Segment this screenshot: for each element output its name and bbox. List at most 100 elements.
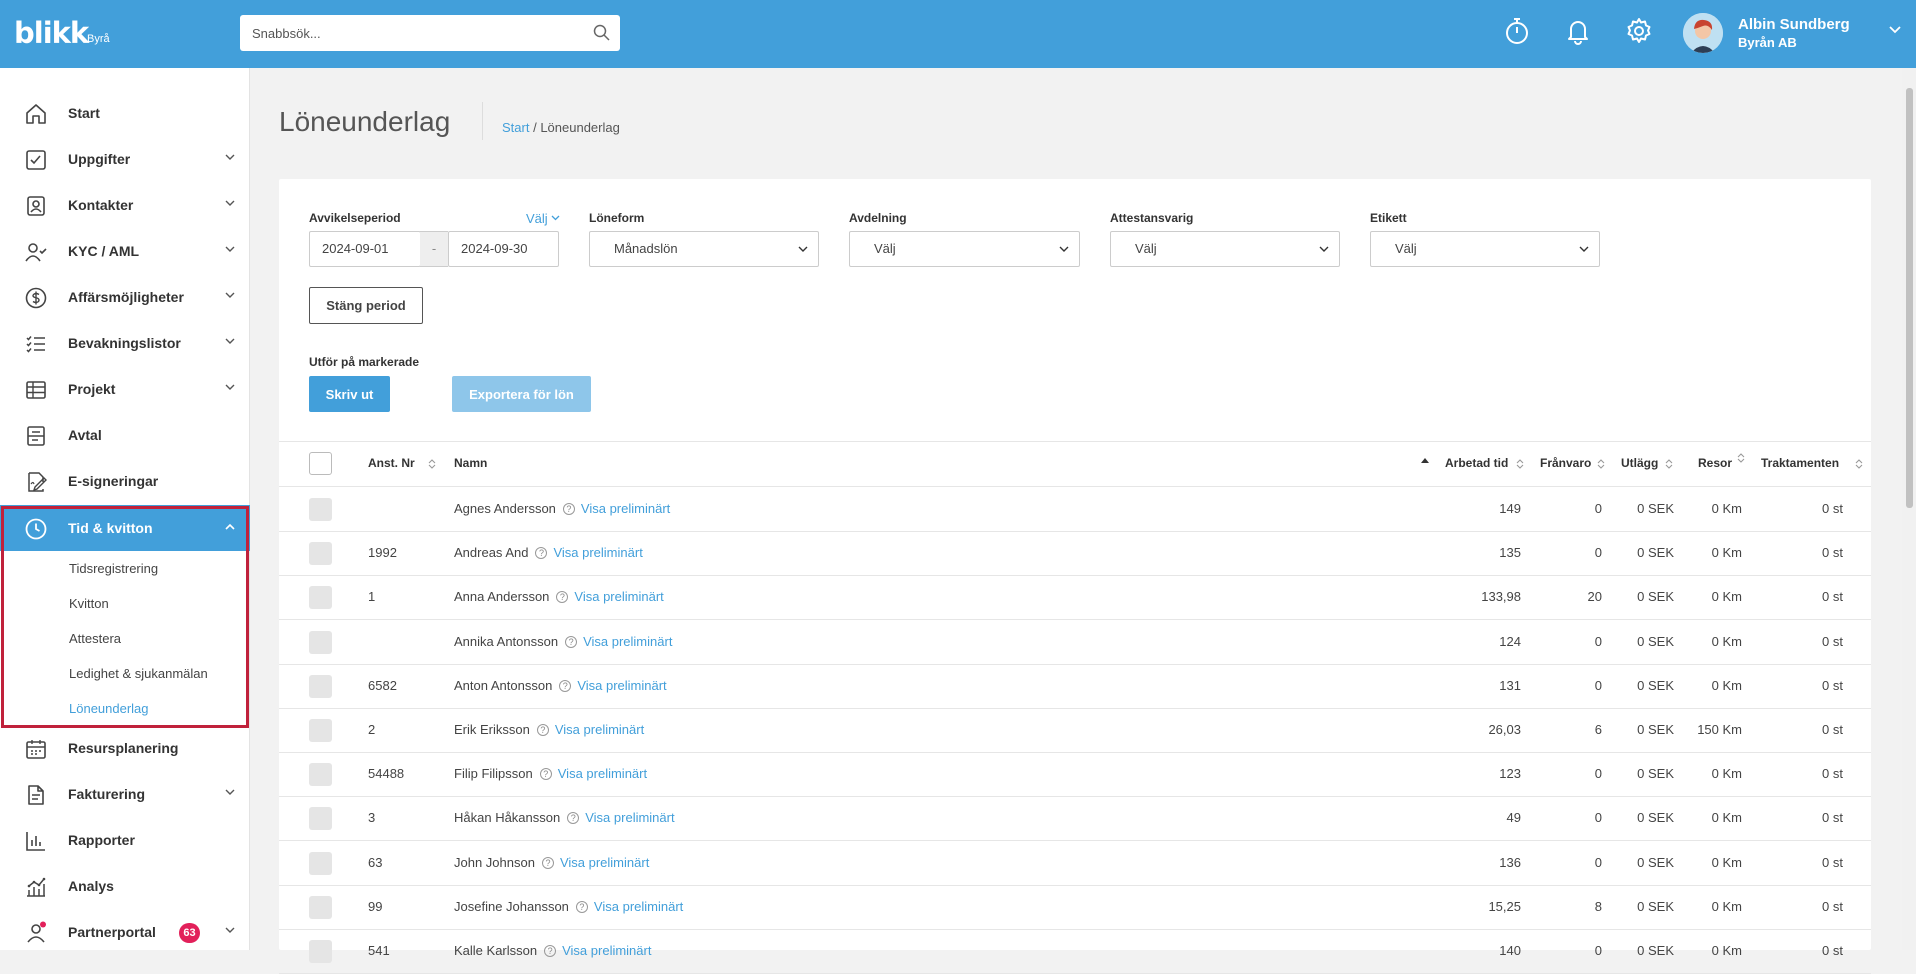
sidebar-item-fakturering[interactable]: Fakturering	[0, 771, 250, 817]
preview-link[interactable]: Visa preliminärt	[583, 634, 672, 649]
help-icon[interactable]: ?	[567, 812, 580, 824]
subnav-item-loneunderlag[interactable]: Löneunderlag	[69, 701, 149, 716]
column-header-utlagg[interactable]: Utlägg	[1621, 456, 1658, 470]
user-name[interactable]: Albin Sundberg	[1738, 16, 1850, 33]
row-divider	[279, 531, 1871, 532]
subnav-item-kvitton[interactable]: Kvitton	[69, 596, 109, 611]
sidebar-item-bevakningslistor[interactable]: Bevakningslistor	[0, 320, 250, 366]
cell-namn: Annika Antonsson? Visa preliminärt	[454, 634, 672, 649]
loneform-select[interactable]: Månadslön	[589, 231, 819, 267]
home-icon	[26, 104, 46, 124]
search-input[interactable]	[240, 15, 560, 51]
help-icon[interactable]: ?	[536, 724, 549, 736]
close-period-button[interactable]: Stäng period	[309, 287, 423, 324]
sidebar-item-projekt[interactable]: Projekt	[0, 366, 250, 412]
preview-link[interactable]: Visa preliminärt	[553, 545, 642, 560]
etikett-select[interactable]: Välj	[1370, 231, 1600, 267]
stopwatch-icon[interactable]	[1504, 16, 1530, 46]
sidebar-item-kyc-aml[interactable]: KYC / AML	[0, 228, 250, 274]
avdelning-select[interactable]: Välj	[849, 231, 1080, 267]
help-icon[interactable]: ?	[544, 945, 557, 957]
preview-link[interactable]: Visa preliminärt	[560, 855, 649, 870]
row-checkbox[interactable]	[309, 586, 332, 609]
cell-anst-nr: 99	[368, 899, 383, 914]
column-header-traktamenten[interactable]: Traktamenten	[1761, 456, 1839, 470]
sidebar-item-kontakter[interactable]: Kontakter	[0, 182, 250, 228]
sidebar-item-avtal[interactable]: Avtal	[0, 412, 250, 458]
row-checkbox[interactable]	[309, 631, 332, 654]
sidebar-item-affarsmojligheter[interactable]: Affärsmöjligheter	[0, 274, 250, 320]
breadcrumb-start-link[interactable]: Start	[502, 120, 529, 135]
gear-icon[interactable]	[1624, 16, 1654, 46]
row-checkbox[interactable]	[309, 719, 332, 742]
bell-icon[interactable]	[1565, 16, 1591, 46]
subnav-item-ledighet[interactable]: Ledighet & sjukanmälan	[69, 666, 208, 681]
sort-icon[interactable]	[1597, 458, 1605, 470]
row-checkbox[interactable]	[309, 675, 332, 698]
sidebar-item-e-signeringar[interactable]: E-signeringar	[0, 458, 250, 504]
logo[interactable]: blikk	[14, 16, 89, 50]
help-icon[interactable]: ?	[565, 636, 578, 648]
cell-anst-nr: 541	[368, 943, 390, 958]
page-title: Löneunderlag	[279, 106, 451, 137]
row-checkbox[interactable]	[309, 542, 332, 565]
sidebar-item-uppgifter[interactable]: Uppgifter	[0, 136, 250, 182]
help-icon[interactable]: ?	[575, 901, 588, 913]
sidebar-item-start[interactable]: Start	[0, 90, 250, 136]
preview-link[interactable]: Visa preliminärt	[577, 678, 666, 693]
preview-link[interactable]: Visa preliminärt	[555, 722, 644, 737]
sort-icon[interactable]	[1737, 452, 1745, 464]
avatar[interactable]	[1683, 13, 1723, 53]
column-header-franvaro[interactable]: Frånvaro	[1540, 456, 1591, 470]
user-organization[interactable]: Byrån AB	[1738, 35, 1797, 50]
help-icon[interactable]: ?	[541, 857, 554, 869]
etikett-label: Etikett	[1370, 211, 1407, 225]
sort-asc-icon[interactable]	[1421, 457, 1429, 463]
preview-link[interactable]: Visa preliminärt	[581, 501, 670, 516]
subnav-item-attestera[interactable]: Attestera	[69, 631, 121, 646]
help-icon[interactable]: ?	[535, 547, 548, 559]
row-checkbox[interactable]	[309, 896, 332, 919]
help-icon[interactable]: ?	[559, 680, 572, 692]
print-button[interactable]: Skriv ut	[309, 376, 390, 412]
row-checkbox[interactable]	[309, 498, 332, 521]
select-all-checkbox[interactable]	[309, 452, 332, 475]
row-checkbox[interactable]	[309, 852, 332, 875]
breadcrumb-current: Löneunderlag	[540, 120, 620, 135]
sort-icon[interactable]	[1855, 458, 1863, 470]
row-checkbox[interactable]	[309, 807, 332, 830]
scrollbar-thumb[interactable]	[1906, 88, 1913, 508]
sort-icon[interactable]	[1665, 458, 1673, 470]
preview-link[interactable]: Visa preliminärt	[585, 810, 674, 825]
subnav-item-tidsregistrering[interactable]: Tidsregistrering	[69, 561, 158, 576]
preview-link[interactable]: Visa preliminärt	[594, 899, 683, 914]
column-header-arbetad-tid[interactable]: Arbetad tid	[1445, 456, 1508, 470]
period-label: Avvikelseperiod	[309, 211, 401, 225]
preview-link[interactable]: Visa preliminärt	[574, 589, 663, 604]
help-icon[interactable]: ?	[562, 503, 575, 515]
attestansvarig-select[interactable]: Välj	[1110, 231, 1340, 267]
row-checkbox[interactable]	[309, 763, 332, 786]
date-to-input[interactable]: 2024-09-30	[448, 231, 559, 267]
column-header-anst-nr[interactable]: Anst. Nr	[368, 456, 415, 470]
preview-link[interactable]: Visa preliminärt	[562, 943, 651, 958]
sort-icon[interactable]	[1516, 458, 1524, 470]
help-icon[interactable]: ?	[556, 591, 569, 603]
column-header-resor[interactable]: Resor	[1698, 456, 1732, 470]
column-header-namn[interactable]: Namn	[454, 456, 487, 470]
breadcrumb-separator: /	[529, 120, 541, 135]
date-from-input[interactable]: 2024-09-01	[309, 231, 421, 267]
sidebar-item-analys[interactable]: Analys	[0, 863, 250, 909]
help-icon[interactable]: ?	[539, 768, 552, 780]
row-checkbox[interactable]	[309, 940, 332, 963]
sort-icon[interactable]	[428, 458, 436, 470]
sidebar-item-tid-kvitton[interactable]: Tid & kvitton	[0, 505, 250, 551]
preview-link[interactable]: Visa preliminärt	[558, 766, 647, 781]
search-icon[interactable]	[593, 24, 610, 41]
row-divider	[279, 619, 1871, 620]
sidebar-item-resursplanering[interactable]: Resursplanering	[0, 725, 250, 771]
period-select-link[interactable]: Välj	[526, 211, 560, 226]
sidebar-item-rapporter[interactable]: Rapporter	[0, 817, 250, 863]
chevron-down-icon[interactable]	[1889, 26, 1901, 34]
sidebar-item-partnerportal[interactable]: Partnerportal	[0, 909, 250, 955]
